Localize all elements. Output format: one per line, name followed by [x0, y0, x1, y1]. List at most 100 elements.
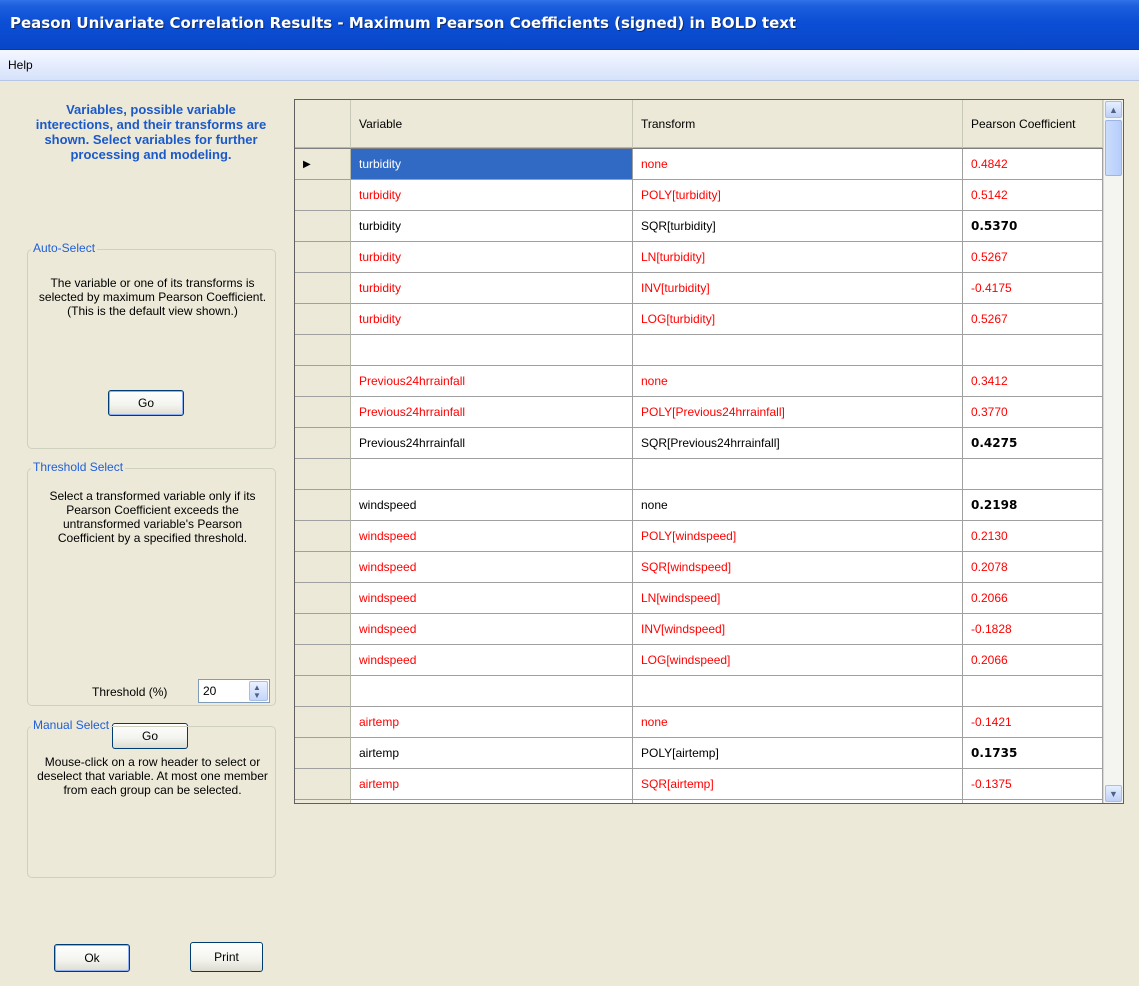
- cell-transform[interactable]: LN[airtemp]: [633, 800, 963, 803]
- cell-coefficient[interactable]: -0.1375: [963, 769, 1103, 800]
- spin-down-icon[interactable]: ▼: [253, 692, 261, 700]
- cell-transform[interactable]: POLY[windspeed]: [633, 521, 963, 552]
- cell-coefficient[interactable]: 0.2130: [963, 521, 1103, 552]
- column-header-coefficient[interactable]: Pearson Coefficient: [963, 100, 1103, 148]
- row-header[interactable]: [295, 180, 351, 211]
- row-header[interactable]: [295, 707, 351, 738]
- cell-coefficient[interactable]: -0.1828: [963, 614, 1103, 645]
- cell-transform[interactable]: LN[windspeed]: [633, 583, 963, 614]
- cell-variable[interactable]: turbidity: [351, 273, 633, 304]
- cell-coefficient[interactable]: 0.4842: [963, 149, 1103, 180]
- row-header[interactable]: [295, 242, 351, 273]
- row-header[interactable]: [295, 521, 351, 552]
- cell-variable[interactable]: Previous24hrrainfall: [351, 428, 633, 459]
- cell-variable[interactable]: [351, 459, 633, 490]
- row-header[interactable]: [295, 800, 351, 803]
- row-header[interactable]: [295, 676, 351, 707]
- row-header[interactable]: [295, 366, 351, 397]
- cell-coefficient[interactable]: [963, 459, 1103, 490]
- cell-transform[interactable]: POLY[Previous24hrrainfall]: [633, 397, 963, 428]
- cell-variable[interactable]: [351, 676, 633, 707]
- cell-variable[interactable]: windspeed: [351, 645, 633, 676]
- cell-coefficient[interactable]: 0.5267: [963, 304, 1103, 335]
- cell-transform[interactable]: [633, 335, 963, 366]
- cell-variable[interactable]: turbidity: [351, 149, 633, 180]
- cell-variable[interactable]: windspeed: [351, 552, 633, 583]
- cell-coefficient[interactable]: 0.3412: [963, 366, 1103, 397]
- cell-transform[interactable]: INV[turbidity]: [633, 273, 963, 304]
- cell-transform[interactable]: SQR[windspeed]: [633, 552, 963, 583]
- cell-coefficient[interactable]: 0.5370: [963, 211, 1103, 242]
- cell-variable[interactable]: airtemp: [351, 738, 633, 769]
- cell-coefficient[interactable]: 0.2066: [963, 645, 1103, 676]
- cell-variable[interactable]: turbidity: [351, 180, 633, 211]
- cell-transform[interactable]: [633, 459, 963, 490]
- row-header[interactable]: [295, 273, 351, 304]
- row-header[interactable]: [295, 335, 351, 366]
- cell-transform[interactable]: LOG[windspeed]: [633, 645, 963, 676]
- cell-variable[interactable]: windspeed: [351, 521, 633, 552]
- cell-variable[interactable]: windspeed: [351, 490, 633, 521]
- scroll-thumb[interactable]: [1105, 120, 1122, 176]
- cell-coefficient[interactable]: 0.5142: [963, 180, 1103, 211]
- cell-transform[interactable]: SQR[turbidity]: [633, 211, 963, 242]
- cell-transform[interactable]: SQR[airtemp]: [633, 769, 963, 800]
- cell-coefficient[interactable]: -0.1421: [963, 707, 1103, 738]
- auto-select-go-button[interactable]: Go: [108, 390, 184, 416]
- cell-transform[interactable]: none: [633, 707, 963, 738]
- spinner-buttons[interactable]: ▲ ▼: [249, 681, 268, 701]
- cell-coefficient[interactable]: 0.3770: [963, 397, 1103, 428]
- cell-variable[interactable]: windspeed: [351, 583, 633, 614]
- ok-button[interactable]: Ok: [54, 944, 130, 972]
- arrow-up-icon[interactable]: ▲: [1105, 101, 1122, 118]
- cell-transform[interactable]: LOG[turbidity]: [633, 304, 963, 335]
- cell-variable[interactable]: turbidity: [351, 242, 633, 273]
- column-header-transform[interactable]: Transform: [633, 100, 963, 148]
- cell-coefficient[interactable]: 0.2066: [963, 583, 1103, 614]
- cell-transform[interactable]: POLY[airtemp]: [633, 738, 963, 769]
- row-header[interactable]: [295, 304, 351, 335]
- column-header-variable[interactable]: Variable: [351, 100, 633, 148]
- row-header[interactable]: [295, 211, 351, 242]
- menu-help[interactable]: Help: [8, 58, 33, 72]
- cell-transform[interactable]: LN[turbidity]: [633, 242, 963, 273]
- threshold-spinner[interactable]: 20 ▲ ▼: [198, 679, 270, 703]
- cell-transform[interactable]: none: [633, 490, 963, 521]
- cell-transform[interactable]: INV[windspeed]: [633, 614, 963, 645]
- cell-transform[interactable]: none: [633, 149, 963, 180]
- cell-coefficient[interactable]: 0.2078: [963, 552, 1103, 583]
- row-header[interactable]: [295, 552, 351, 583]
- cell-variable[interactable]: airtemp: [351, 800, 633, 803]
- cell-coefficient[interactable]: 0.1735: [963, 738, 1103, 769]
- print-button[interactable]: Print: [190, 942, 263, 972]
- cell-coefficient[interactable]: [963, 335, 1103, 366]
- cell-coefficient[interactable]: -0.4175: [963, 273, 1103, 304]
- cell-coefficient[interactable]: [963, 676, 1103, 707]
- cell-transform[interactable]: POLY[turbidity]: [633, 180, 963, 211]
- row-header[interactable]: [295, 614, 351, 645]
- row-header[interactable]: [295, 428, 351, 459]
- row-header[interactable]: [295, 645, 351, 676]
- cell-variable[interactable]: Previous24hrrainfall: [351, 366, 633, 397]
- row-header[interactable]: [295, 583, 351, 614]
- cell-variable[interactable]: turbidity: [351, 304, 633, 335]
- vertical-scrollbar[interactable]: ▲ ▼: [1103, 100, 1123, 803]
- row-header[interactable]: ▶: [295, 149, 351, 180]
- cell-variable[interactable]: [351, 335, 633, 366]
- cell-coefficient[interactable]: 0.2198: [963, 490, 1103, 521]
- cell-variable[interactable]: turbidity: [351, 211, 633, 242]
- row-header[interactable]: [295, 769, 351, 800]
- cell-coefficient[interactable]: -0.1327: [963, 800, 1103, 803]
- row-header[interactable]: [295, 738, 351, 769]
- row-header[interactable]: [295, 490, 351, 521]
- cell-variable[interactable]: Previous24hrrainfall: [351, 397, 633, 428]
- row-header[interactable]: [295, 459, 351, 490]
- cell-transform[interactable]: none: [633, 366, 963, 397]
- cell-coefficient[interactable]: 0.5267: [963, 242, 1103, 273]
- cell-coefficient[interactable]: 0.4275: [963, 428, 1103, 459]
- cell-variable[interactable]: airtemp: [351, 769, 633, 800]
- arrow-down-icon[interactable]: ▼: [1105, 785, 1122, 802]
- cell-transform[interactable]: [633, 676, 963, 707]
- cell-transform[interactable]: SQR[Previous24hrrainfall]: [633, 428, 963, 459]
- cell-variable[interactable]: airtemp: [351, 707, 633, 738]
